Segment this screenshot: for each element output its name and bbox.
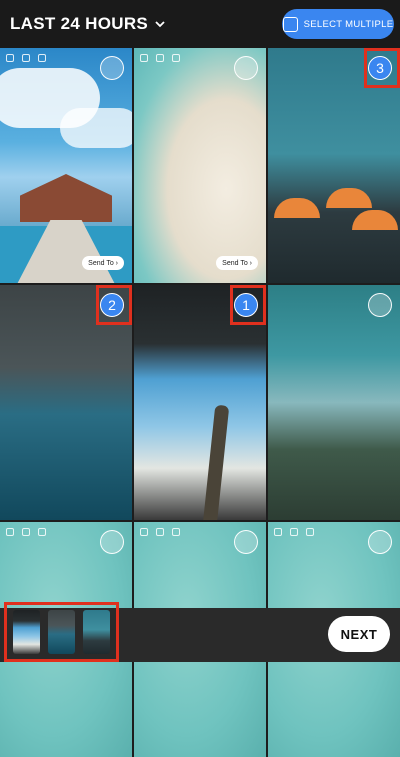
selection-highlight (230, 285, 266, 325)
story-thumbnail[interactable]: 3 (268, 48, 400, 283)
story-tool-icons (6, 54, 46, 62)
selection-tray: NEXT (0, 602, 400, 662)
story-thumbnail[interactable]: 2 (0, 285, 132, 520)
select-multiple-label: SELECT MULTIPLE (303, 18, 394, 30)
story-thumbnail[interactable] (268, 285, 400, 520)
next-button[interactable]: NEXT (328, 616, 390, 652)
select-multiple-button[interactable]: SELECT MULTIPLE (282, 9, 394, 39)
selected-thumbnails (4, 602, 119, 662)
story-tool-icons (274, 528, 314, 536)
select-circle[interactable] (100, 530, 124, 554)
selection-highlight (364, 48, 400, 88)
page-title: LAST 24 HOURS (10, 14, 149, 33)
send-to-button: Send To › (216, 256, 258, 270)
story-thumbnail[interactable]: Send To › (0, 48, 132, 283)
send-to-button: Send To › (82, 256, 124, 270)
selection-highlight (96, 285, 132, 325)
story-tool-icons (140, 528, 180, 536)
multi-select-icon (282, 16, 298, 32)
story-grid: Send To › Send To › 3 2 1 (0, 48, 400, 757)
story-thumbnail[interactable]: Send To › (134, 48, 266, 283)
selected-thumbnail[interactable] (48, 610, 75, 654)
selected-thumbnail[interactable] (83, 610, 110, 654)
selected-thumbnail[interactable] (13, 610, 40, 654)
chevron-down-icon (155, 21, 165, 28)
top-bar: LAST 24 HOURS SELECT MULTIPLE (0, 0, 400, 48)
select-circle[interactable] (368, 530, 392, 554)
select-circle[interactable] (234, 56, 258, 80)
select-circle[interactable] (100, 56, 124, 80)
select-circle[interactable] (368, 293, 392, 317)
time-range-dropdown[interactable]: LAST 24 HOURS (10, 14, 166, 34)
select-circle[interactable] (234, 530, 258, 554)
story-tool-icons (140, 54, 180, 62)
story-thumbnail[interactable]: 1 (134, 285, 266, 520)
story-tool-icons (6, 528, 46, 536)
